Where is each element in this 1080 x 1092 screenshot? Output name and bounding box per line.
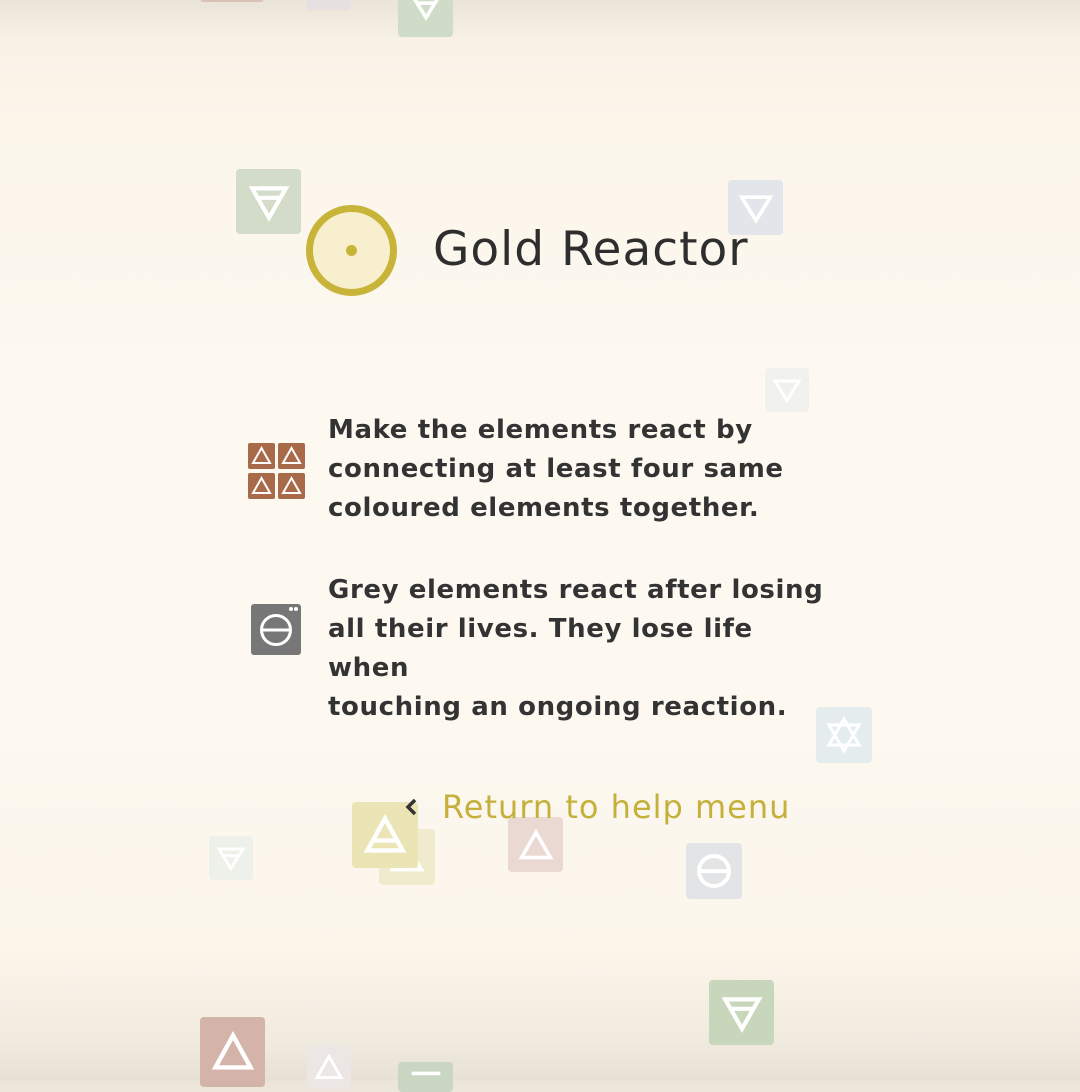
instruction-line: all their lives. They lose life when [328,614,753,683]
water-symbol-tile-bg-bottom [398,1062,453,1092]
earth-symbol-tile-bg [236,169,301,234]
page-title: Gold Reactor [433,222,749,277]
air-symbol-tile-bg [209,836,253,880]
tile-bg-top-mid [307,0,351,10]
return-to-help-menu-link[interactable]: Return to help menu [404,787,790,827]
grey-element-tile-bg [686,843,742,899]
instruction-react-text: Make the elements react by connecting at… [328,411,828,528]
earth-symbol-tile-bg-bottom [709,980,774,1045]
instruction-line: touching an ongoing reaction. [328,692,788,722]
tile-bg-top-left [200,0,264,2]
gold-reactor-icon [304,203,399,298]
water-symbol-tile-bg-faint [765,368,809,412]
instruction-line: connecting at least four same [328,454,784,484]
return-link-label: Return to help menu [442,788,791,826]
grey-element-icon [251,604,301,655]
four-elements-icon [248,443,305,499]
water-tile-bg [398,0,453,37]
fire-symbol-tile-bg-bottom [200,1017,265,1087]
fire-symbol-tile-bg-bottom-faint [307,1045,351,1089]
instruction-line: Make the elements react by [328,415,753,445]
instruction-line: Grey elements react after losing [328,575,824,605]
instruction-grey-text: Grey elements react after losing all the… [328,571,828,727]
instruction-line: coloured elements together. [328,493,760,523]
chevron-left-icon [404,787,424,827]
